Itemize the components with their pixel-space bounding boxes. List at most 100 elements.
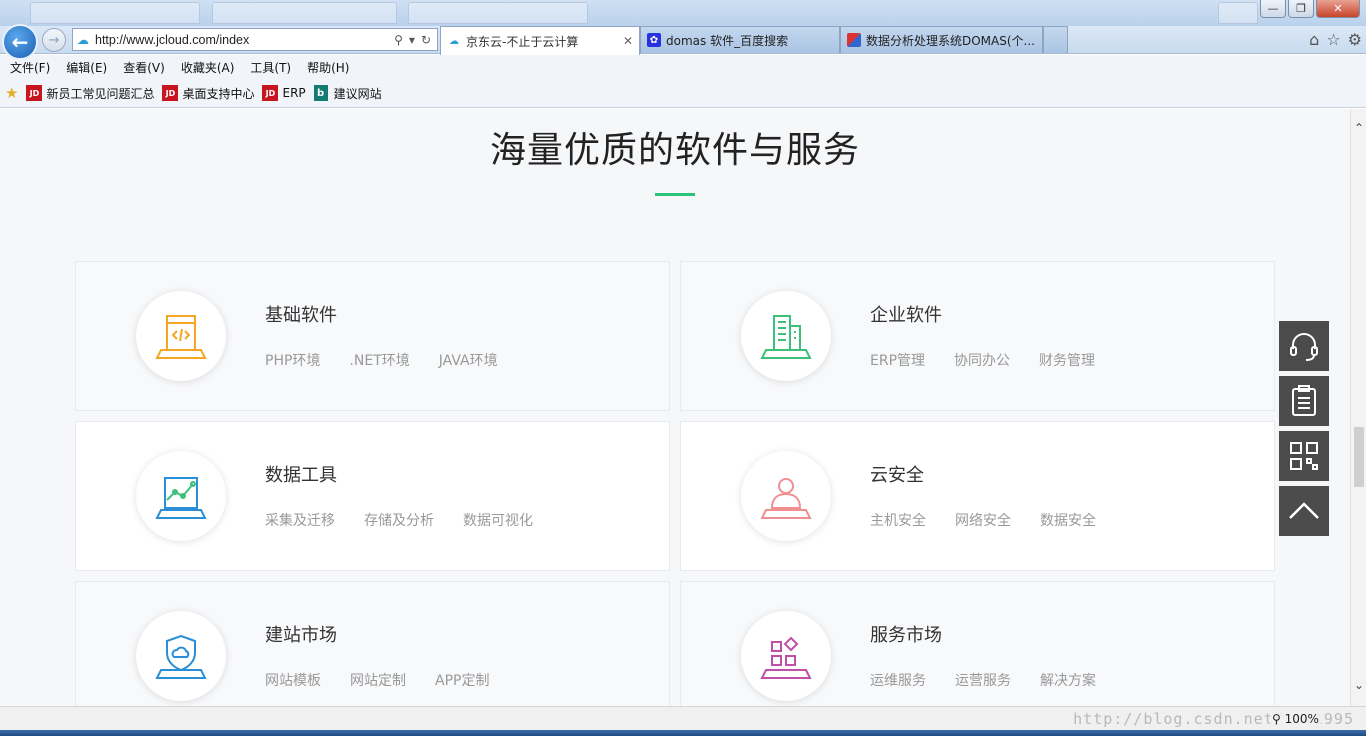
- forward-button[interactable]: →: [42, 28, 66, 52]
- close-tab-icon[interactable]: ✕: [615, 34, 633, 48]
- tab-jcloud[interactable]: ☁ 京东云-不止于云计算 ✕: [440, 26, 640, 55]
- home-icon[interactable]: ⌂: [1309, 30, 1319, 49]
- background-window-tab: [212, 2, 397, 24]
- user-security-icon: [741, 451, 831, 541]
- jd-icon: JD: [262, 85, 279, 101]
- card-link[interactable]: 采集及迁移: [265, 510, 335, 530]
- card-title: 云安全: [870, 465, 924, 486]
- card-basic-software[interactable]: 基础软件 PHP环境 .NET环境 JAVA环境: [75, 261, 670, 411]
- tab-label: 京东云-不止于云计算: [466, 34, 579, 49]
- card-link[interactable]: PHP环境: [265, 350, 320, 370]
- menu-tools[interactable]: 工具(T): [250, 59, 299, 76]
- tab-label: domas 软件_百度搜索: [666, 33, 789, 48]
- card-link[interactable]: .NET环境: [349, 350, 409, 370]
- menu-edit[interactable]: 编辑(E): [66, 59, 115, 76]
- window-titlebar: — ❐ ✕: [0, 0, 1366, 26]
- card-link[interactable]: 财务管理: [1039, 350, 1095, 370]
- tab-domas[interactable]: 数据分析处理系统DOMAS(个...: [840, 26, 1043, 53]
- card-link[interactable]: 主机安全: [870, 510, 926, 530]
- background-window-tab: [30, 2, 200, 24]
- favorite-link[interactable]: JD 新员工常见问题汇总: [26, 85, 154, 102]
- background-window-tab: [1218, 2, 1258, 24]
- minimize-button[interactable]: —: [1260, 0, 1286, 18]
- card-enterprise-software[interactable]: 企业软件 ERP管理 协同办公 财务管理: [680, 261, 1275, 411]
- blocks-icon: [741, 611, 831, 701]
- card-link[interactable]: 数据可视化: [463, 510, 533, 530]
- refresh-icon[interactable]: ↻: [421, 33, 431, 47]
- domas-icon: [847, 33, 861, 47]
- cloud-icon: ☁: [77, 32, 89, 47]
- floating-toolbar: [1279, 321, 1329, 536]
- close-window-button[interactable]: ✕: [1316, 0, 1360, 18]
- settings-gear-icon[interactable]: ⚙: [1348, 30, 1362, 49]
- card-link[interactable]: 网站模板: [265, 670, 321, 690]
- section-title: 海量优质的软件与服务: [489, 130, 860, 171]
- dropdown-icon[interactable]: ▾: [409, 33, 415, 47]
- qrcode-button[interactable]: [1279, 431, 1329, 481]
- card-link[interactable]: APP定制: [435, 670, 489, 690]
- back-to-top-button[interactable]: [1279, 486, 1329, 536]
- card-title: 服务市场: [870, 625, 942, 646]
- building-icon: [741, 291, 831, 381]
- address-url[interactable]: http://www.jcloud.com/index: [95, 33, 394, 47]
- add-favorite-star-icon[interactable]: ★: [5, 84, 18, 102]
- favorite-link[interactable]: b 建议网站: [313, 85, 382, 102]
- card-title: 企业软件: [870, 305, 942, 326]
- menu-view[interactable]: 查看(V): [123, 59, 173, 76]
- search-icon[interactable]: ⚲: [394, 33, 403, 47]
- tab-label: 数据分析处理系统DOMAS(个...: [866, 33, 1035, 48]
- zoom-level[interactable]: ⚲ 100%: [1270, 712, 1321, 726]
- page-content: 海量优质的软件与服务 基础软件 PHP环境 .NET环境 JAVA环境 企业软件…: [0, 109, 1350, 706]
- card-link[interactable]: 网站定制: [350, 670, 406, 690]
- arrow-right-icon: →: [48, 32, 60, 48]
- card-link[interactable]: 运维服务: [870, 670, 926, 690]
- feedback-button[interactable]: [1279, 376, 1329, 426]
- card-link[interactable]: 存储及分析: [364, 510, 434, 530]
- background-window-tab: [408, 2, 588, 24]
- card-website-market[interactable]: 建站市场 网站模板 网站定制 APP定制: [75, 581, 670, 706]
- card-link[interactable]: 协同办公: [954, 350, 1010, 370]
- favorite-link[interactable]: JD 桌面支持中心: [162, 85, 254, 102]
- menu-favorites[interactable]: 收藏夹(A): [181, 59, 243, 76]
- headset-icon: [1290, 333, 1318, 361]
- chart-monitor-icon: [136, 451, 226, 541]
- status-bar: http://blog.csdn.net/...1995 ⚲ 100%: [0, 706, 1366, 730]
- bing-icon: b: [313, 85, 328, 101]
- customer-service-button[interactable]: [1279, 321, 1329, 371]
- shield-cloud-icon: [136, 611, 226, 701]
- menu-bar: 文件(F) 编辑(E) 查看(V) 收藏夹(A) 工具(T) 帮助(H): [0, 55, 1366, 79]
- card-link[interactable]: 解决方案: [1040, 670, 1096, 690]
- os-taskbar: [0, 730, 1366, 736]
- qrcode-icon: [1290, 442, 1318, 470]
- new-tab-button[interactable]: [1043, 26, 1068, 53]
- card-data-tools[interactable]: 数据工具 采集及迁移 存储及分析 数据可视化: [75, 421, 670, 571]
- favorite-link[interactable]: JD ERP: [262, 85, 306, 101]
- cloud-icon: ☁: [449, 35, 459, 47]
- menu-help[interactable]: 帮助(H): [307, 59, 357, 76]
- tab-baidu[interactable]: ✿ domas 软件_百度搜索: [640, 26, 840, 53]
- vertical-scrollbar[interactable]: ⌃ ⌄: [1350, 109, 1366, 706]
- back-button[interactable]: ←: [2, 24, 38, 60]
- baidu-paw-icon: ✿: [647, 33, 661, 47]
- favorites-star-icon[interactable]: ☆: [1326, 30, 1340, 49]
- card-title: 建站市场: [265, 625, 337, 646]
- card-link[interactable]: 运营服务: [955, 670, 1011, 690]
- scroll-thumb[interactable]: [1354, 427, 1364, 487]
- favorites-bar: ★ JD 新员工常见问题汇总 JD 桌面支持中心 JD ERP b 建议网站: [0, 79, 1366, 108]
- jd-icon: JD: [26, 85, 43, 101]
- code-window-icon: [136, 291, 226, 381]
- address-bar[interactable]: ☁ http://www.jcloud.com/index ⚲ ▾ ↻: [72, 28, 438, 51]
- maximize-button[interactable]: ❐: [1288, 0, 1314, 18]
- card-service-market[interactable]: 服务市场 运维服务 运营服务 解决方案: [680, 581, 1275, 706]
- scroll-up-icon[interactable]: ⌃: [1354, 121, 1364, 135]
- back-to-top-icon: [1289, 502, 1319, 519]
- title-underline: [655, 193, 695, 196]
- card-link[interactable]: 网络安全: [955, 510, 1011, 530]
- menu-file[interactable]: 文件(F): [10, 59, 58, 76]
- zoom-icon: ⚲: [1272, 712, 1281, 726]
- card-link[interactable]: 数据安全: [1040, 510, 1096, 530]
- scroll-down-icon[interactable]: ⌄: [1354, 678, 1364, 692]
- card-cloud-security[interactable]: 云安全 主机安全 网络安全 数据安全: [680, 421, 1275, 571]
- card-link[interactable]: JAVA环境: [439, 350, 498, 370]
- card-link[interactable]: ERP管理: [870, 350, 925, 370]
